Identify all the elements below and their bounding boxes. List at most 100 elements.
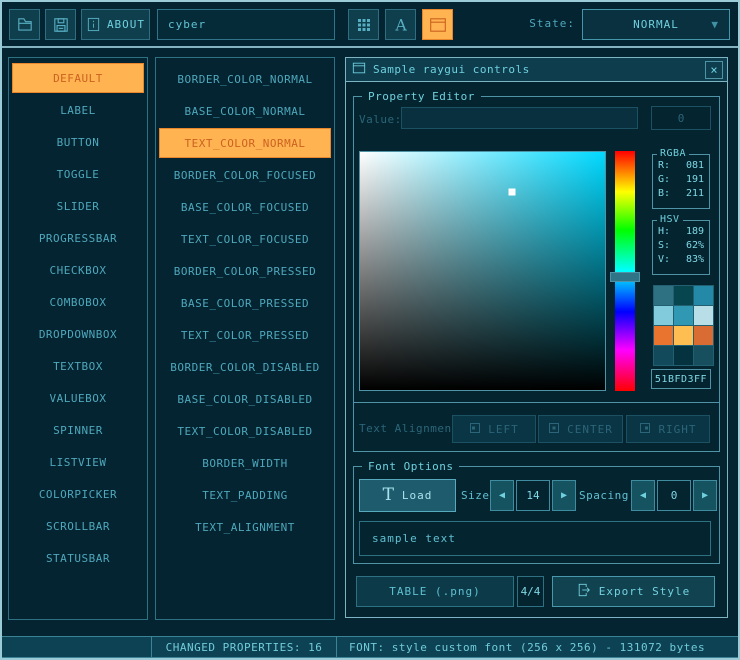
hsv-label: HSV bbox=[657, 214, 683, 225]
export-format-pages[interactable]: 4/4 bbox=[517, 576, 544, 607]
palette-swatch[interactable] bbox=[674, 326, 693, 345]
close-icon[interactable]: × bbox=[705, 61, 723, 79]
hue-slider[interactable] bbox=[615, 151, 635, 391]
palette-swatch[interactable] bbox=[674, 286, 693, 305]
size-increase-button[interactable]: ▶ bbox=[552, 480, 576, 511]
font-view-button[interactable]: A bbox=[385, 9, 416, 40]
hsv-group: HSV H:189 S:62% V:83% bbox=[652, 220, 710, 275]
list-item-dropdownbox[interactable]: DROPDOWNBOX bbox=[12, 319, 144, 349]
hue-slider-handle[interactable] bbox=[610, 272, 640, 282]
arrow-left-icon: ◀ bbox=[499, 490, 505, 501]
palette-swatch[interactable] bbox=[694, 346, 713, 365]
align-right-icon bbox=[639, 422, 651, 437]
list-item-progressbar[interactable]: PROGRESSBAR bbox=[12, 223, 144, 253]
list-item-button[interactable]: BUTTON bbox=[12, 127, 144, 157]
rgba-row-r: R:081 bbox=[653, 159, 709, 173]
palette-swatch[interactable] bbox=[694, 286, 713, 305]
state-dropdown[interactable]: NORMAL ▼ bbox=[582, 9, 730, 40]
hex-color-value[interactable]: 51BFD3FF bbox=[651, 369, 711, 389]
list-item-valuebox[interactable]: VALUEBOX bbox=[12, 383, 144, 413]
save-file-button[interactable] bbox=[45, 9, 76, 40]
info-icon bbox=[86, 17, 101, 32]
export-table-button[interactable]: TABLE (.png) bbox=[356, 576, 514, 607]
controls-view-button[interactable] bbox=[422, 9, 453, 40]
prop-item[interactable]: TEXT_COLOR_FOCUSED bbox=[159, 224, 331, 254]
sample-window-title: Sample raygui controls bbox=[373, 63, 530, 76]
font-options-label: Font Options bbox=[362, 460, 459, 473]
export-icon bbox=[577, 583, 591, 600]
prop-item[interactable]: BASE_COLOR_NORMAL bbox=[159, 96, 331, 126]
value-label: Value: bbox=[359, 113, 402, 126]
list-item-colorpicker[interactable]: COLORPICKER bbox=[12, 479, 144, 509]
palette-swatch[interactable] bbox=[674, 306, 693, 325]
spacing-decrease-button[interactable]: ◀ bbox=[631, 480, 655, 511]
sample-window-titlebar[interactable]: Sample raygui controls bbox=[346, 58, 727, 82]
font-a-icon: A bbox=[392, 16, 410, 34]
style-name-input[interactable] bbox=[157, 9, 335, 40]
value-spinner: 0 bbox=[651, 106, 711, 130]
font-load-button[interactable]: T Load bbox=[359, 479, 456, 512]
properties-list: BORDER_COLOR_NORMAL BASE_COLOR_NORMAL TE… bbox=[155, 57, 335, 620]
grid-view-button[interactable] bbox=[348, 9, 379, 40]
property-editor-separator bbox=[353, 402, 720, 403]
list-item-combobox[interactable]: COMBOBOX bbox=[12, 287, 144, 317]
list-item-textbox[interactable]: TEXTBOX bbox=[12, 351, 144, 381]
rgba-row-g: G:191 bbox=[653, 173, 709, 187]
palette-swatch[interactable] bbox=[694, 326, 713, 345]
palette-swatch[interactable] bbox=[654, 326, 673, 345]
list-item-slider[interactable]: SLIDER bbox=[12, 191, 144, 221]
palette-swatch[interactable] bbox=[694, 306, 713, 325]
palette-swatch[interactable] bbox=[654, 306, 673, 325]
list-item-spinner[interactable]: SPINNER bbox=[12, 415, 144, 445]
color-saturation-value-picker[interactable] bbox=[359, 151, 606, 391]
align-left-icon bbox=[469, 422, 481, 437]
prop-item[interactable]: BORDER_COLOR_DISABLED bbox=[159, 352, 331, 382]
state-label: State: bbox=[520, 17, 575, 30]
prop-item[interactable]: BASE_COLOR_PRESSED bbox=[159, 288, 331, 318]
prop-item[interactable]: BORDER_COLOR_PRESSED bbox=[159, 256, 331, 286]
color-picker-cursor[interactable] bbox=[508, 189, 515, 196]
prop-item[interactable]: BORDER_WIDTH bbox=[159, 448, 331, 478]
prop-item[interactable]: BORDER_COLOR_FOCUSED bbox=[159, 160, 331, 190]
list-item-toggle[interactable]: TOGGLE bbox=[12, 159, 144, 189]
floppy-disk-icon bbox=[52, 16, 70, 34]
export-style-button[interactable]: Export Style bbox=[552, 576, 715, 607]
arrow-right-icon: ▶ bbox=[702, 490, 708, 501]
list-item-checkbox[interactable]: CHECKBOX bbox=[12, 255, 144, 285]
prop-item[interactable]: TEXT_ALIGNMENT bbox=[159, 512, 331, 542]
window-title-icon bbox=[352, 61, 366, 78]
list-item-statusbar[interactable]: STATUSBAR bbox=[12, 543, 144, 573]
about-button[interactable]: ABOUT bbox=[81, 9, 150, 40]
prop-item[interactable]: TEXT_PADDING bbox=[159, 480, 331, 510]
value-slider bbox=[401, 107, 638, 129]
arrow-right-icon: ▶ bbox=[561, 490, 567, 501]
align-center-icon bbox=[548, 422, 560, 437]
palette-swatch[interactable] bbox=[674, 346, 693, 365]
prop-item[interactable]: BASE_COLOR_FOCUSED bbox=[159, 192, 331, 222]
prop-item[interactable]: BORDER_COLOR_NORMAL bbox=[159, 64, 331, 94]
list-item-listview[interactable]: LISTVIEW bbox=[12, 447, 144, 477]
statusbar-font-info: FONT: style custom font (256 x 256) - 13… bbox=[336, 636, 740, 658]
sample-text-input[interactable]: sample text bbox=[359, 521, 711, 556]
statusbar-changed-properties: CHANGED PROPERTIES: 16 bbox=[151, 636, 337, 658]
size-value-box[interactable]: 14 bbox=[516, 480, 550, 511]
palette-swatch[interactable] bbox=[654, 286, 673, 305]
grid-icon bbox=[356, 17, 372, 33]
align-left-button: LEFT bbox=[452, 415, 536, 443]
list-item-default[interactable]: DEFAULT bbox=[12, 63, 144, 93]
prop-item[interactable]: TEXT_COLOR_DISABLED bbox=[159, 416, 331, 446]
prop-item-selected[interactable]: TEXT_COLOR_NORMAL bbox=[159, 128, 331, 158]
list-item-label[interactable]: LABEL bbox=[12, 95, 144, 125]
hsv-row-h: H:189 bbox=[653, 225, 709, 239]
property-editor-label: Property Editor bbox=[362, 90, 481, 103]
prop-item[interactable]: BASE_COLOR_DISABLED bbox=[159, 384, 331, 414]
size-decrease-button[interactable]: ◀ bbox=[490, 480, 514, 511]
prop-item[interactable]: TEXT_COLOR_PRESSED bbox=[159, 320, 331, 350]
spacing-increase-button[interactable]: ▶ bbox=[693, 480, 717, 511]
spacing-value-box[interactable]: 0 bbox=[657, 480, 691, 511]
palette-swatch[interactable] bbox=[654, 346, 673, 365]
rgba-label: RGBA bbox=[657, 148, 689, 159]
open-file-button[interactable] bbox=[9, 9, 40, 40]
list-item-scrollbar[interactable]: SCROLLBAR bbox=[12, 511, 144, 541]
text-alignment-label: Text Alignmen bbox=[359, 422, 452, 435]
